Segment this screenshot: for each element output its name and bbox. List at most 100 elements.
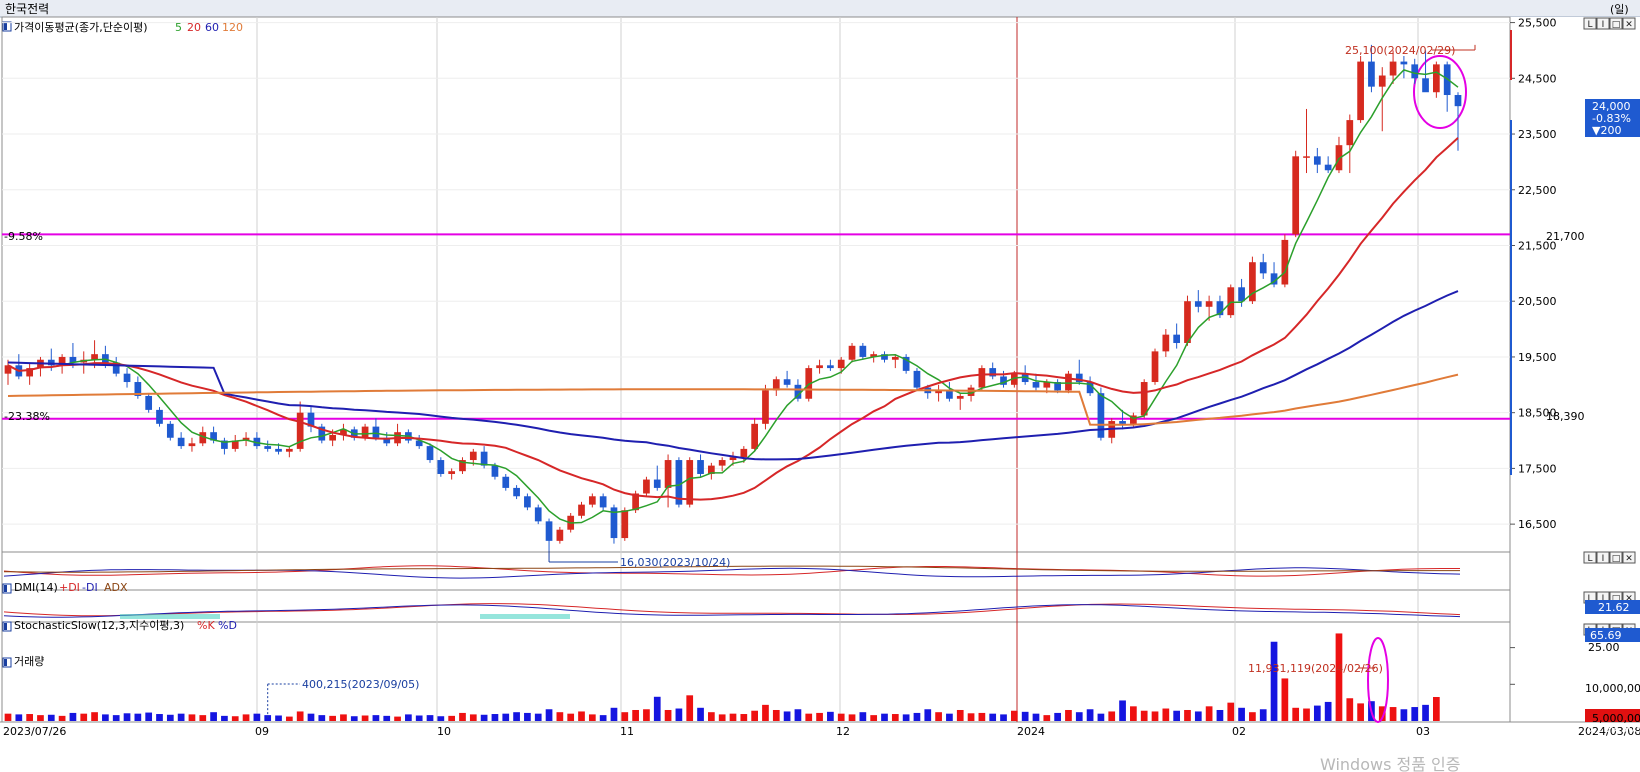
ma120-legend[interactable]: 120 [222,21,243,34]
volume-bar[interactable] [772,709,780,721]
volume-bar[interactable] [112,715,120,721]
candle-body[interactable] [285,448,293,452]
volume-bar[interactable] [1021,711,1029,721]
volume-bar[interactable] [426,715,434,721]
stochastic-d-legend[interactable]: %D [218,619,237,632]
volume-bar[interactable] [610,707,618,721]
volume-bar[interactable] [632,709,639,721]
volume-bar[interactable] [1411,707,1419,721]
candle-body[interactable] [1389,61,1397,76]
volume-bar[interactable] [15,714,23,721]
candle[interactable] [1249,256,1256,305]
candle-body[interactable] [1378,75,1386,87]
volume-bar[interactable] [751,710,758,721]
volume-bar[interactable] [956,709,964,721]
candle-body[interactable] [1194,301,1202,307]
volume-bar[interactable] [1346,698,1354,721]
dmi-label[interactable]: DMI(14) [14,581,58,594]
volume-bar[interactable] [156,714,163,721]
volume-bar[interactable] [1108,711,1116,721]
volume-bar[interactable] [675,708,683,721]
volume-bar[interactable] [123,713,131,721]
volume-bar[interactable] [870,715,878,721]
candle-body[interactable] [1292,156,1300,235]
candle-body[interactable] [751,423,758,449]
volume-bar[interactable] [1151,711,1159,721]
panel-button-restore[interactable]: □ [1609,17,1623,30]
volume-bar[interactable] [1335,633,1343,721]
candle-body[interactable] [783,379,791,385]
candle-body[interactable] [1097,393,1105,438]
panel-button-label[interactable]: □ [1612,20,1621,30]
panel-button-label[interactable]: ✕ [1625,20,1633,30]
candle-body[interactable] [848,345,856,360]
candle-body[interactable] [686,460,694,505]
volume-bar[interactable] [1259,709,1267,721]
volume-bar[interactable] [1292,707,1300,721]
stochastic-label[interactable]: StochasticSlow(12,3,지수이평,3) [14,619,184,632]
volume-bar[interactable] [1184,709,1191,721]
volume-bar[interactable] [91,712,98,721]
volume-bar[interactable] [296,711,304,721]
candle-body[interactable] [1032,382,1040,388]
volume-bar[interactable] [718,714,726,721]
candle-body[interactable] [1238,287,1245,302]
volume-bar[interactable] [491,714,499,721]
candle-body[interactable] [740,448,748,458]
volume-bar[interactable] [102,714,109,721]
panel-button-label[interactable]: L [1587,554,1592,564]
candle[interactable] [621,507,629,541]
volume-bar[interactable] [231,716,239,721]
volume-bar[interactable] [859,712,867,721]
candle[interactable] [762,384,769,430]
volume-bar[interactable] [285,716,293,721]
candle-body[interactable] [956,395,964,399]
volume-bar[interactable] [848,714,856,721]
candle-body[interactable] [166,423,174,438]
candle-body[interactable] [1368,61,1375,87]
volume-bar[interactable] [1173,710,1181,721]
volume-bar[interactable] [1130,706,1137,721]
volume-bar[interactable] [967,713,975,721]
title-bar[interactable] [0,0,1640,17]
volume-bar[interactable] [1162,708,1170,721]
volume-bar[interactable] [1422,704,1429,721]
volume-bar[interactable] [37,715,44,721]
volume-bar[interactable] [415,715,423,721]
panel-button-label[interactable]: I [1602,554,1605,564]
volume-bar[interactable] [177,713,185,721]
volume-bar[interactable] [783,711,791,721]
volume-bar[interactable] [502,713,510,721]
candle[interactable] [437,457,445,477]
panel-button-collapse[interactable]: L [1583,551,1597,564]
candle-body[interactable] [1151,351,1159,383]
volume-bar[interactable] [902,714,910,721]
volume-bar[interactable] [989,713,997,721]
volume-bar[interactable] [729,713,737,721]
volume-bar[interactable] [978,712,986,721]
candle-body[interactable] [275,448,282,452]
candle-body[interactable] [1205,301,1213,307]
volume-bar[interactable] [1097,713,1105,721]
candle-body[interactable] [264,446,272,449]
candle-body[interactable] [1227,287,1235,316]
candle-body[interactable] [1411,64,1419,79]
panel-button-label[interactable]: ✕ [1625,554,1633,564]
candle-body[interactable] [621,510,629,539]
candle[interactable] [318,423,326,444]
candle-body[interactable] [177,437,185,447]
volume-bar[interactable] [437,716,445,721]
volume-bar[interactable] [1216,709,1224,721]
volume-bar[interactable] [361,715,369,721]
stochastic-k-legend[interactable]: %K [197,619,215,632]
volume-bar[interactable] [1119,700,1126,721]
dmi-plus-di-legend[interactable]: +DI [59,581,80,594]
candle-body[interactable] [643,479,650,494]
volume-bar[interactable] [264,715,272,721]
volume-bar[interactable] [653,696,661,721]
candle-body[interactable] [361,426,369,438]
volume-bar[interactable] [1433,697,1440,721]
panel-button-label[interactable]: I [1602,20,1605,30]
candle-body[interactable] [664,460,672,488]
volume-bar[interactable] [578,711,585,721]
